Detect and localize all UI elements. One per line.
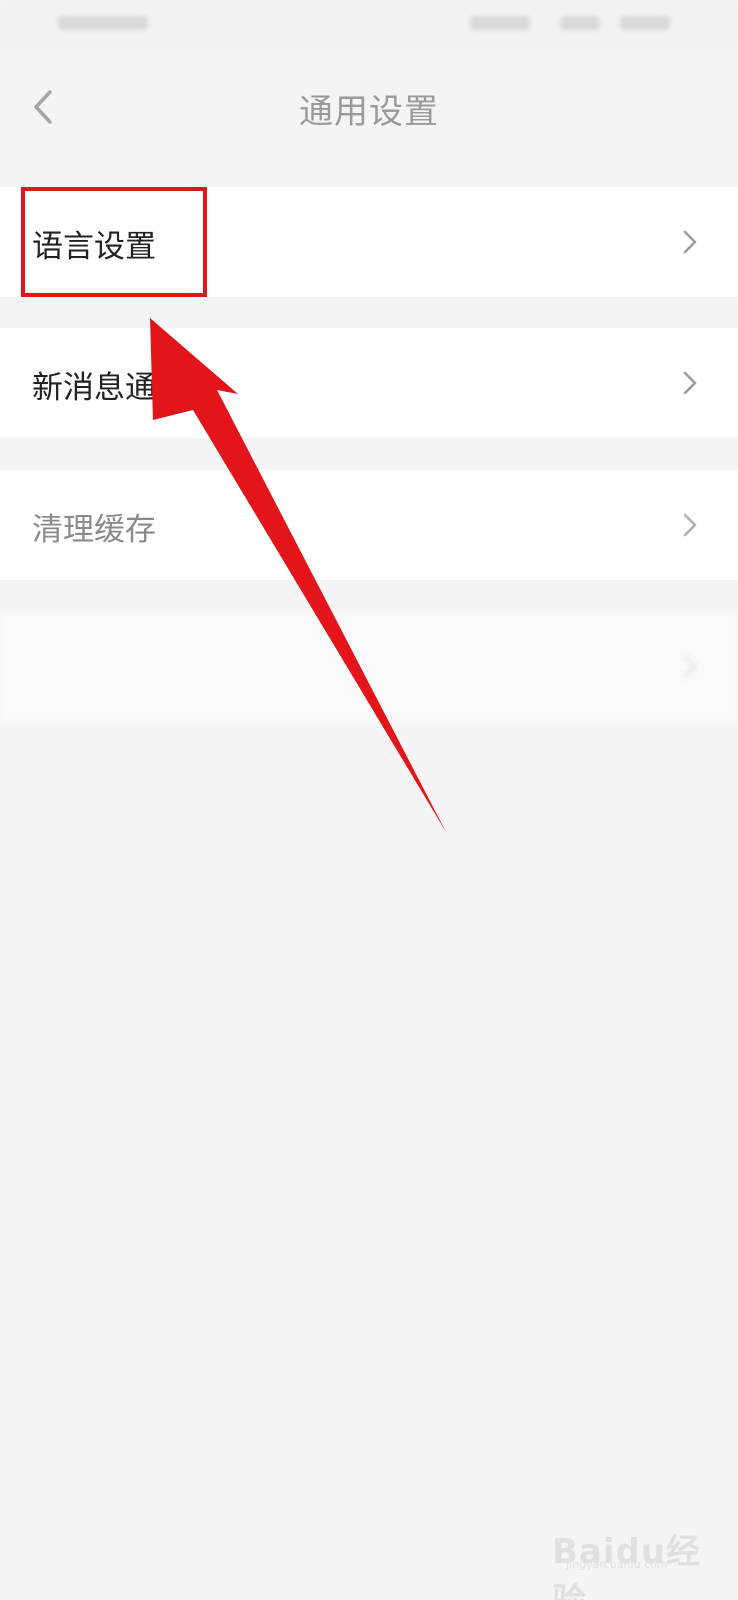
baidu-watermark: Baidu经验 jingyan.baidu.com [552, 1518, 702, 1600]
chevron-right-icon [683, 513, 697, 537]
status-battery-blob [620, 16, 670, 30]
status-signal-blob [470, 16, 530, 30]
watermark-subtext: jingyan.baidu.com [566, 1558, 668, 1571]
highlight-box [21, 187, 207, 297]
settings-item-clear-cache[interactable]: 清理缓存 [0, 470, 738, 580]
chevron-right-icon [683, 371, 697, 395]
settings-item-label: 清理缓存 [32, 512, 156, 548]
chevron-right-icon [683, 655, 697, 679]
chevron-right-icon [683, 230, 697, 254]
status-bar [0, 0, 738, 50]
settings-item-label: 新消息通 [32, 370, 156, 406]
status-wifi-blob [560, 16, 600, 30]
page-title: 通用设置 [299, 92, 439, 132]
navigation-bar: 通用设置 [0, 50, 738, 162]
status-time-blob [58, 16, 148, 30]
settings-item-blurred[interactable] [0, 612, 738, 722]
settings-item-new-message-notification[interactable]: 新消息通 [0, 328, 738, 438]
